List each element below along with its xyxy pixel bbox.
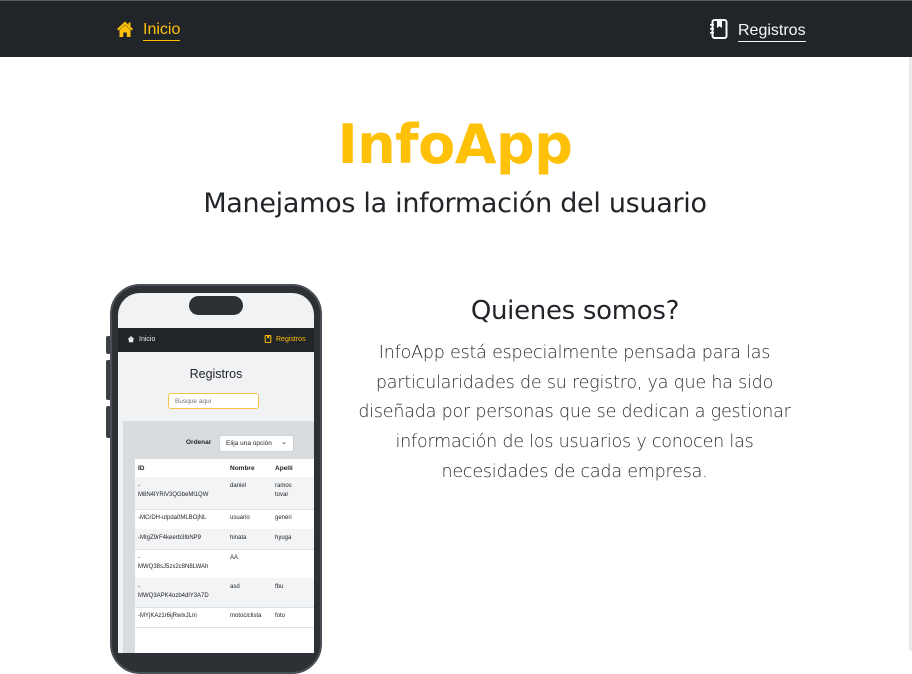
table-cell: asd bbox=[230, 584, 240, 590]
mockup-records-table: ID Nombre Apelli - M8N4lYRiV3QGbeMl1QW danie… bbox=[135, 459, 314, 653]
nav-records-link[interactable]: Registros bbox=[709, 19, 806, 44]
about-line: particularidades de su registro, ya que … bbox=[375, 372, 774, 393]
table-row: - M8N4lYRiV3QGbeMl1QW daniel ramos tovar bbox=[135, 477, 314, 510]
hero-subtitle: Manejamos la información del usuario bbox=[203, 188, 707, 219]
table-cell: foto bbox=[275, 613, 286, 619]
phone-notch bbox=[189, 296, 243, 315]
phone-screen: Inicio Registros Registros Busque aqui O… bbox=[118, 293, 314, 653]
table-cell: -MIgZ9rF4keerb3IbNP9 bbox=[138, 535, 202, 541]
nav-home-link[interactable]: Inicio bbox=[115, 19, 181, 43]
mockup-order-select: Elija una opción ⌄ bbox=[219, 435, 294, 452]
hero-title: InfoApp bbox=[337, 113, 573, 176]
house-icon bbox=[127, 336, 135, 343]
table-cell: ramos tovar bbox=[275, 483, 292, 498]
nav-records-label: Registros bbox=[738, 22, 806, 42]
table-cell: - MWQ38sJ5zx2c8N8LWAh bbox=[138, 555, 209, 570]
about-heading: Quienes somos? bbox=[470, 296, 680, 326]
table-cell: -MCrDH-utpda0MLBOjNL bbox=[138, 515, 207, 521]
about-line: InfoApp está especialmente pensada para … bbox=[378, 343, 771, 363]
table-row: - MWQ38sJ5zx2c8N8LWAh AA bbox=[135, 549, 314, 579]
table-cell: AA bbox=[230, 555, 239, 561]
mockup-nav-records: Registros bbox=[264, 335, 306, 343]
nav-home-label: Inicio bbox=[143, 21, 181, 41]
about-line: información de los usuarios y conocen la… bbox=[395, 432, 754, 453]
mockup-title: Registros bbox=[189, 367, 243, 381]
table-header-row: ID Nombre Apelli bbox=[135, 459, 314, 478]
table-cell: fbu bbox=[275, 584, 284, 590]
about-line: necesidades de cada empresa. bbox=[441, 461, 708, 482]
journal-bookmark-icon bbox=[264, 335, 272, 343]
table-row: -MYjKAz1r6ijRwlxJLni motociclista foto bbox=[135, 607, 314, 628]
table-cell: Apelli bbox=[275, 465, 293, 472]
about-line: diseñada por personas que se dedican a g… bbox=[358, 402, 791, 423]
table-cell: -MYjKAz1r6ijRwlxJLni bbox=[138, 613, 197, 619]
table-cell: daniel bbox=[230, 483, 247, 489]
table-row: -MCrDH-utpda0MLBOjNL usuario genéri bbox=[135, 509, 314, 530]
house-icon bbox=[115, 19, 135, 43]
table-cell: motociclista bbox=[230, 613, 262, 619]
about-paragraph: InfoApp está especialmente pensada para … bbox=[342, 339, 807, 488]
mockup-order-label: Ordenar bbox=[186, 439, 212, 446]
table-cell: ID bbox=[138, 465, 145, 472]
table-cell: - MWQ3APK4ozb4dlY3A7D bbox=[138, 584, 209, 599]
mockup-nav-home: Inicio bbox=[127, 335, 155, 343]
table-cell: genéri bbox=[275, 515, 292, 521]
table-cell: usuario bbox=[230, 515, 250, 521]
table-cell: hinata bbox=[230, 535, 247, 541]
journal-bookmark-icon bbox=[709, 19, 729, 44]
top-navbar: Inicio Registros bbox=[0, 0, 912, 57]
table-row: - MWQ3APK4ozb4dlY3A7D asd fbu bbox=[135, 578, 314, 608]
mockup-search-input: Busque aqui bbox=[168, 393, 259, 409]
table-row: -MIgZ9rF4keerb3IbNP9 hinata hyuga bbox=[135, 529, 314, 550]
table-cell: Nombre bbox=[230, 465, 255, 472]
chevron-down-icon: ⌄ bbox=[281, 439, 287, 446]
table-cell: hyuga bbox=[275, 535, 292, 541]
table-cell: - M8N4lYRiV3QGbeMl1QW bbox=[138, 483, 209, 498]
